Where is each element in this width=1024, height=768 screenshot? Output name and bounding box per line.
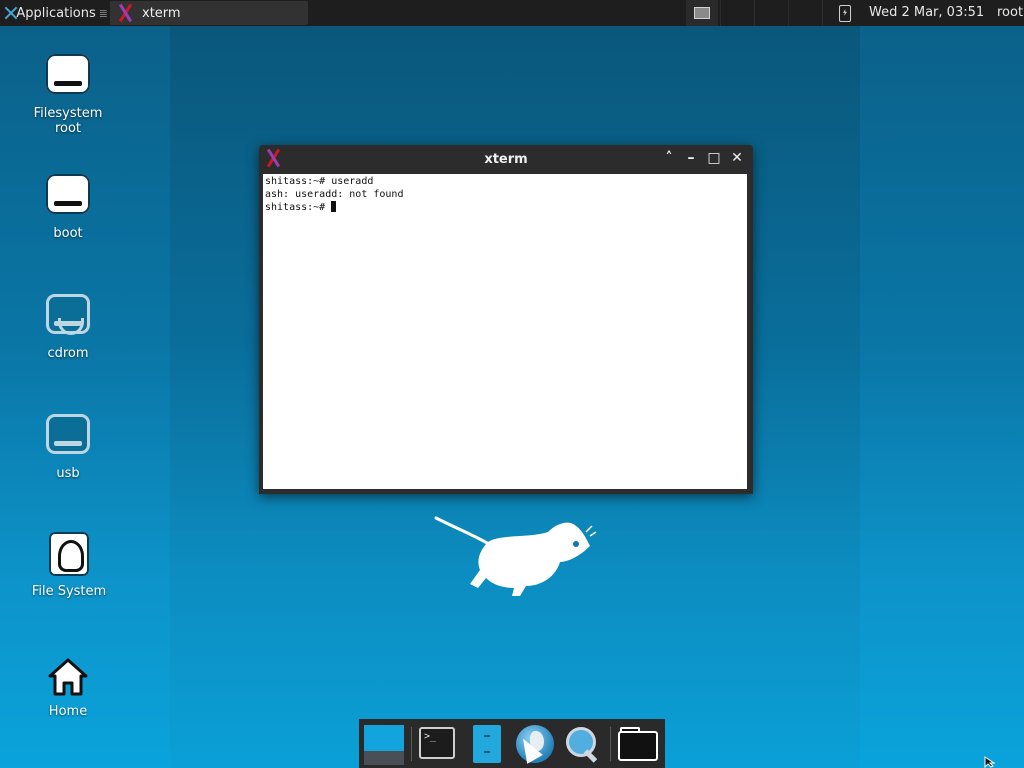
terminal-line: shitass:~# xyxy=(265,202,332,213)
text-cursor xyxy=(331,201,337,212)
desktop-icon-label: usb xyxy=(56,466,80,481)
applications-label: Applications xyxy=(16,5,96,21)
shade-button[interactable]: ˄ xyxy=(661,150,677,166)
xfce-logo-icon xyxy=(3,5,13,21)
filesystem-icon xyxy=(45,532,93,580)
cdrom-icon xyxy=(44,294,92,342)
desktop-icon-label: root xyxy=(54,121,82,136)
minimize-button[interactable]: – xyxy=(683,150,699,166)
dock-separator xyxy=(610,727,611,761)
desktop-icon-label: Home xyxy=(48,704,88,719)
user-menu[interactable]: root xyxy=(997,5,1023,20)
folder-launcher[interactable] xyxy=(616,723,658,765)
mouse-pointer-icon xyxy=(984,756,996,768)
terminal-output[interactable]: shitass:~# useradd ash: useradd: not fou… xyxy=(263,174,747,489)
terminal-line: shitass:~# useradd xyxy=(265,176,374,187)
desktop-icon-home[interactable]: Home xyxy=(13,652,123,719)
window-title: xterm xyxy=(484,152,528,167)
show-desktop-button[interactable] xyxy=(362,723,404,765)
applications-menu-button[interactable]: Applications ≣ xyxy=(0,0,108,26)
panel-separator xyxy=(788,0,789,26)
desktop-icon-filesystem-root[interactable]: Filesystem root xyxy=(13,52,123,136)
file-cabinet-icon xyxy=(473,725,501,763)
folder-icon xyxy=(618,731,658,761)
desktop-icon-file-system[interactable]: File System xyxy=(14,530,124,599)
app-finder-launcher[interactable] xyxy=(562,723,604,765)
desktop-icon-label: File System xyxy=(31,584,107,599)
desktop-icon xyxy=(364,725,404,751)
dock-separator xyxy=(411,727,412,761)
desktop-icon-boot[interactable]: boot xyxy=(13,172,123,241)
x-logo-icon xyxy=(116,4,134,22)
drive-icon xyxy=(44,54,92,102)
workspace-icon xyxy=(694,7,710,19)
desktop-icon-label: Filesystem xyxy=(33,106,103,121)
desktop-icon-usb[interactable]: usb xyxy=(13,412,123,481)
taskbar-item-xterm[interactable]: xterm xyxy=(110,1,308,25)
panel-separator xyxy=(822,0,823,26)
home-icon xyxy=(44,652,92,700)
desktop-icon-cdrom[interactable]: cdrom xyxy=(13,292,123,361)
terminal-line: ash: useradd: not found xyxy=(265,189,404,200)
close-button[interactable]: ✕ xyxy=(729,150,745,166)
menu-separator-icon: ≣ xyxy=(98,6,108,20)
terminal-icon: >_ xyxy=(419,727,455,759)
taskbar-item-label: xterm xyxy=(142,5,181,21)
workspace-switcher[interactable] xyxy=(686,0,718,26)
xfce-mouse-wallpaper-icon xyxy=(434,516,597,596)
panel-separator xyxy=(754,0,755,26)
terminal-launcher[interactable]: >_ xyxy=(417,723,459,765)
usb-drive-icon xyxy=(44,414,92,462)
xterm-titlebar[interactable]: xterm ˄ – □ ✕ xyxy=(259,145,753,173)
web-browser-launcher[interactable] xyxy=(514,723,556,765)
panel-separator xyxy=(720,0,721,26)
dock: >_ xyxy=(359,719,665,768)
drive-icon xyxy=(44,174,92,222)
maximize-button[interactable]: □ xyxy=(706,150,722,166)
battery-icon[interactable] xyxy=(839,5,851,22)
terminal-prompt-line: shitass:~# xyxy=(265,201,745,214)
xterm-window[interactable]: xterm ˄ – □ ✕ shitass:~# useradd ash: us… xyxy=(259,145,753,494)
desktop-icon-label: cdrom xyxy=(47,346,89,361)
clock[interactable]: Wed 2 Mar, 03:51 xyxy=(869,5,984,20)
desktop-icon-label: boot xyxy=(53,226,83,241)
file-manager-launcher[interactable] xyxy=(467,723,509,765)
top-panel: Applications ≣ xterm Wed 2 Mar, 03:51 ro… xyxy=(0,0,1024,26)
